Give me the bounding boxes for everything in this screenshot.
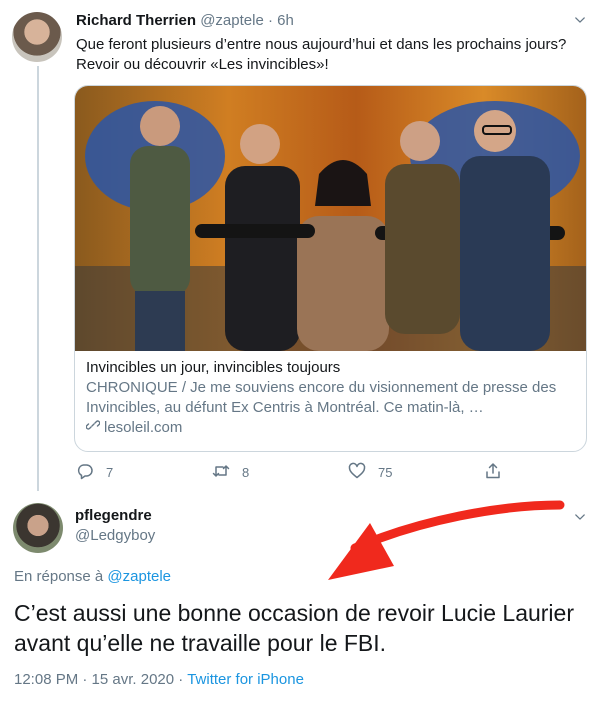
reply-to-handle[interactable]: @zaptele	[107, 568, 171, 585]
tweet-text: C’est aussi une bonne occasion de revoir…	[14, 600, 574, 656]
link-icon	[85, 418, 101, 438]
author-name[interactable]: Richard Therrien	[76, 12, 196, 29]
tweet-timestamp[interactable]: 12:08 PM · 15 avr. 2020	[14, 671, 174, 688]
tweet-source[interactable]: Twitter for iPhone	[187, 671, 304, 688]
tweet-time[interactable]: 6h	[277, 12, 294, 29]
caret-down-icon[interactable]	[570, 507, 590, 527]
meta-separator: ·	[267, 12, 273, 29]
reply-context: En réponse à @zaptele	[14, 568, 171, 585]
share-icon[interactable]	[484, 462, 502, 483]
thread-connector-line	[37, 66, 39, 491]
caret-down-icon[interactable]	[570, 10, 590, 30]
card-image	[75, 86, 586, 351]
share-action[interactable]	[484, 462, 502, 483]
avatar[interactable]	[12, 12, 62, 62]
meta-separator: ·	[178, 671, 184, 688]
author-handle[interactable]: @zaptele	[200, 12, 264, 29]
card-domain: lesoleil.com	[85, 418, 576, 438]
reply-prefix: En réponse à	[14, 568, 104, 585]
retweet-count: 8	[242, 465, 250, 480]
like-action[interactable]: 75	[348, 462, 392, 483]
card-title: Invincibles un jour, invincibles toujour…	[86, 359, 341, 376]
tweet-header: Richard Therrien @zaptele · 6h	[76, 12, 294, 29]
avatar[interactable]	[13, 503, 63, 553]
link-card[interactable]: Invincibles un jour, invincibles toujour…	[74, 85, 587, 452]
card-domain-text: lesoleil.com	[104, 419, 183, 436]
reply-count: 7	[106, 465, 114, 480]
tweet-meta: 12:08 PM · 15 avr. 2020 · Twitter for iP…	[14, 671, 304, 688]
retweet-icon[interactable]	[212, 462, 230, 483]
author-handle[interactable]: @Ledgyboy	[75, 527, 155, 544]
reply-action[interactable]: 7	[76, 462, 113, 483]
author-name[interactable]: pflegendre	[75, 507, 152, 524]
reply-icon[interactable]	[76, 462, 94, 483]
tweet-text: Que feront plusieurs d’entre nous aujour…	[76, 36, 567, 73]
like-icon[interactable]	[348, 462, 366, 483]
like-count: 75	[378, 465, 393, 480]
retweet-action[interactable]: 8	[212, 462, 249, 483]
card-description: CHRONIQUE / Je me souviens encore du vis…	[86, 379, 557, 416]
tweet-actions: 7 8 75	[76, 462, 506, 482]
